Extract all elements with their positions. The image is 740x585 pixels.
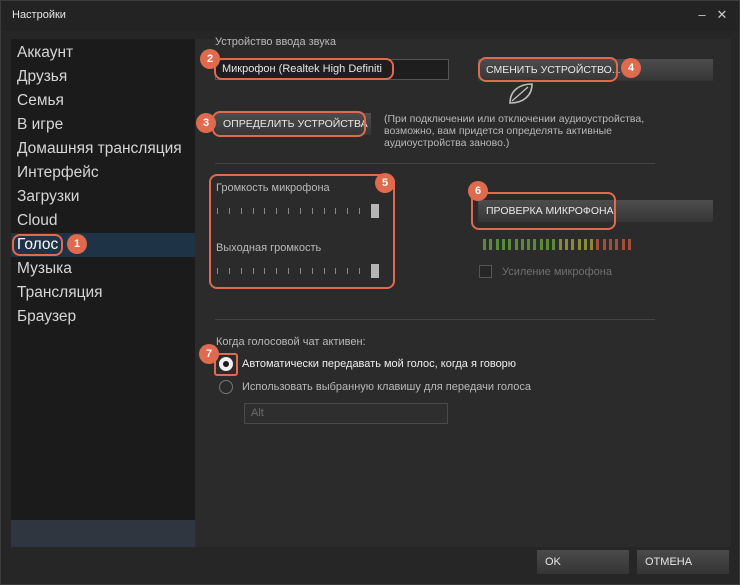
window-title: Настройки bbox=[12, 9, 66, 21]
highlight-test-microphone bbox=[471, 192, 616, 230]
level-meter-bar bbox=[621, 239, 625, 250]
level-meter-bar bbox=[558, 239, 562, 250]
level-meter-bar bbox=[627, 239, 631, 250]
annotation-badge: 1 bbox=[67, 234, 87, 254]
level-meter-bar bbox=[514, 239, 518, 250]
sidebar-item-music[interactable]: Музыка bbox=[11, 257, 195, 281]
radio-push-to-talk[interactable] bbox=[219, 380, 233, 394]
ok-button[interactable]: OK bbox=[537, 550, 629, 574]
mic-boost-checkbox[interactable] bbox=[479, 265, 492, 278]
level-meter-bar bbox=[508, 239, 512, 250]
level-meter-bar bbox=[577, 239, 581, 250]
level-meter-bar bbox=[552, 239, 556, 250]
sidebar-item-cloud[interactable]: Cloud bbox=[11, 209, 195, 233]
highlight-voice-tab bbox=[12, 234, 63, 256]
cancel-button[interactable]: ОТМЕНА bbox=[637, 550, 729, 574]
option-auto-transmit-label[interactable]: Автоматически передавать мой голос, когд… bbox=[242, 358, 516, 370]
minimize-icon[interactable]: – bbox=[694, 7, 710, 23]
level-meter-bar bbox=[483, 239, 486, 250]
sidebar-item-broadcasting[interactable]: Трансляция bbox=[11, 281, 195, 305]
highlight-volume-sliders bbox=[209, 174, 395, 289]
detect-note-line-3: аудиоустройства заново.) bbox=[384, 137, 510, 149]
level-meter-bar bbox=[583, 239, 587, 250]
highlight-input-device bbox=[214, 58, 394, 80]
sidebar-item-in-game[interactable]: В игре bbox=[11, 113, 195, 137]
annotation-badge: 2 bbox=[200, 49, 220, 69]
leaf-icon bbox=[509, 83, 533, 104]
annotation-badge: 4 bbox=[621, 58, 641, 78]
sidebar-item-interface[interactable]: Интерфейс bbox=[11, 161, 195, 185]
level-meter-bar bbox=[533, 239, 537, 250]
level-meter-bar bbox=[489, 239, 493, 250]
input-device-label: Устройство ввода звука bbox=[215, 36, 336, 48]
level-meter-bar bbox=[501, 239, 505, 250]
level-meter-bar bbox=[609, 239, 612, 250]
title-bar: Настройки – ✕ bbox=[1, 1, 739, 31]
level-meter-bar bbox=[615, 239, 619, 250]
sidebar-item-home-streaming[interactable]: Домашняя трансляция bbox=[11, 137, 195, 161]
annotation-badge: 7 bbox=[199, 344, 219, 364]
sidebar-item-downloads[interactable]: Загрузки bbox=[11, 185, 195, 209]
annotation-badge: 5 bbox=[375, 173, 395, 193]
divider bbox=[215, 319, 655, 320]
annotation-badge: 6 bbox=[468, 181, 488, 201]
detect-note-line-1: (При подключении или отключении аудиоуст… bbox=[384, 113, 645, 125]
close-icon[interactable]: ✕ bbox=[714, 7, 730, 23]
option-push-to-talk-label[interactable]: Использовать выбранную клавишу для перед… bbox=[242, 381, 531, 393]
mic-boost-label: Усиление микрофона bbox=[502, 266, 612, 278]
annotation-badge: 3 bbox=[196, 113, 216, 133]
voice-active-label: Когда голосовой чат активен: bbox=[216, 336, 366, 348]
level-meter-bar bbox=[571, 239, 575, 250]
settings-window: Настройки – ✕ Аккаунт Друзья Семья В игр… bbox=[0, 0, 740, 585]
sidebar-item-family[interactable]: Семья bbox=[11, 89, 195, 113]
highlight-detect-devices bbox=[212, 111, 366, 137]
mic-level-meter bbox=[483, 239, 635, 250]
push-to-talk-key-field[interactable]: Alt bbox=[244, 403, 448, 424]
level-meter-bar bbox=[520, 239, 524, 250]
level-meter-bar bbox=[596, 239, 600, 250]
level-meter-bar bbox=[546, 239, 549, 250]
level-meter-bar bbox=[495, 239, 499, 250]
sidebar-footer bbox=[11, 520, 195, 547]
level-meter-bar bbox=[602, 239, 606, 250]
divider bbox=[215, 163, 655, 164]
sidebar-item-account[interactable]: Аккаунт bbox=[11, 41, 195, 65]
detect-note-line-2: возможно, вам придется определять активн… bbox=[384, 125, 613, 137]
sidebar-item-browser[interactable]: Браузер bbox=[11, 305, 195, 329]
level-meter-bar bbox=[539, 239, 543, 250]
level-meter-bar bbox=[564, 239, 568, 250]
settings-sidebar: Аккаунт Друзья Семья В игре Домашняя тра… bbox=[11, 39, 195, 547]
level-meter-bar bbox=[590, 239, 594, 250]
sidebar-item-friends[interactable]: Друзья bbox=[11, 65, 195, 89]
level-meter-bar bbox=[527, 239, 531, 250]
highlight-change-device bbox=[478, 57, 618, 82]
